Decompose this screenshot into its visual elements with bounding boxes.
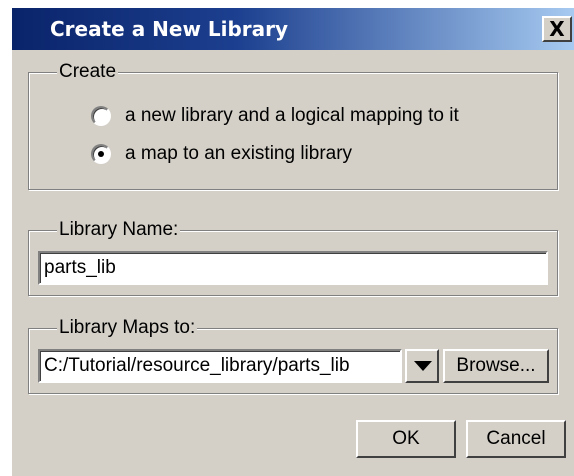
cancel-button[interactable]: Cancel xyxy=(466,420,566,458)
radio-dot-icon xyxy=(98,151,104,157)
chevron-down-icon xyxy=(414,361,432,371)
library-name-legend: Library Name: xyxy=(57,218,181,242)
path-dropdown-button[interactable] xyxy=(405,349,439,383)
dialog-title: Create a New Library xyxy=(50,17,289,41)
library-name-group: Library Name: parts_lib xyxy=(28,218,558,296)
ok-button[interactable]: OK xyxy=(356,420,456,458)
library-name-input[interactable]: parts_lib xyxy=(38,251,548,285)
library-path-input[interactable]: C:/Tutorial/resource_library/parts_lib xyxy=(38,349,402,383)
radio-label: a new library and a logical mapping to i… xyxy=(125,105,459,126)
browse-button[interactable]: Browse... xyxy=(443,349,549,383)
library-maps-legend: Library Maps to: xyxy=(57,316,198,340)
create-group: Create a new library and a logical mappi… xyxy=(28,60,558,190)
library-maps-group: Library Maps to: C:/Tutorial/resource_li… xyxy=(28,316,558,394)
radio-button[interactable] xyxy=(91,106,111,126)
radio-button-selected[interactable] xyxy=(91,144,111,164)
radio-label: a map to an existing library xyxy=(125,143,353,164)
title-bar[interactable]: Create a New Library X xyxy=(12,8,574,50)
create-library-dialog: Create a New Library X Create a new libr… xyxy=(10,6,574,476)
close-icon: X xyxy=(549,17,565,41)
radio-option-map-existing[interactable]: a map to an existing library xyxy=(91,143,531,169)
radio-option-new-library[interactable]: a new library and a logical mapping to i… xyxy=(91,105,531,131)
close-button[interactable]: X xyxy=(542,16,572,42)
create-group-legend: Create xyxy=(57,60,119,84)
